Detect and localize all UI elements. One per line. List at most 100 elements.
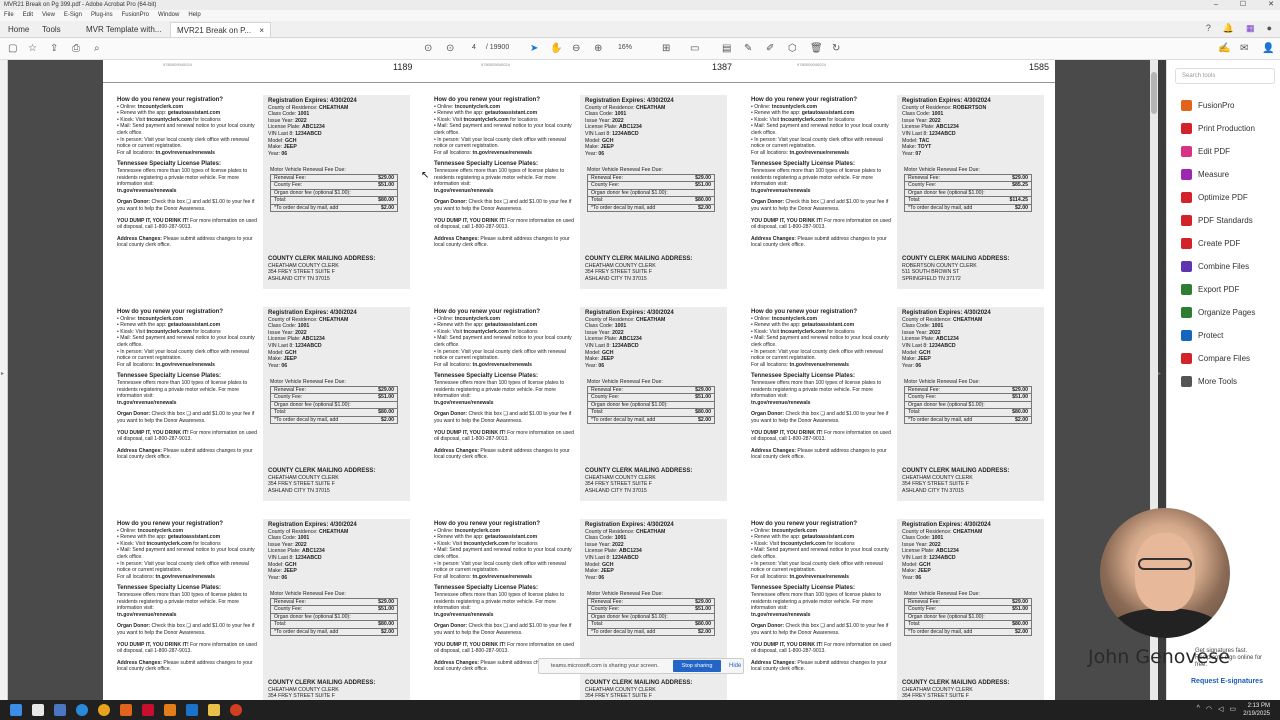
search-icon[interactable]: ⌕ [94, 42, 100, 56]
mailing-address-heading: COUNTY CLERK MAILING ADDRESS: [902, 680, 1010, 686]
zoom-in-icon[interactable]: ⊕ [594, 42, 602, 56]
stamp-icon[interactable]: ⬡ [788, 42, 797, 56]
tool-optimize-pdf[interactable]: Optimize PDF [1181, 189, 1248, 205]
menu-plugins[interactable]: Plug-ins [91, 10, 113, 21]
hide-share-bar-link[interactable]: Hide [729, 659, 741, 673]
registration-expires: Registration Expires: 4/30/2024 [902, 310, 991, 316]
tool-print-production[interactable]: Print Production [1181, 120, 1255, 136]
zoom-out-icon[interactable]: ⊖ [572, 42, 580, 56]
next-page-icon[interactable]: ⊙ [446, 42, 454, 56]
specialty-plates-text: Tennessee offers more than 100 types of … [434, 591, 565, 612]
tool-combine-files[interactable]: Combine Files [1181, 258, 1249, 274]
file-icon[interactable] [32, 704, 44, 716]
tab-home[interactable]: Home [8, 22, 29, 37]
tool-measure[interactable]: Measure [1181, 166, 1229, 182]
prev-page-icon[interactable]: ⊙ [424, 42, 432, 56]
apps-grid-icon[interactable]: ▦ [1246, 23, 1255, 34]
windows-start-icon[interactable] [10, 704, 22, 716]
scrollbar-thumb[interactable] [1151, 72, 1157, 114]
print-icon[interactable]: ⎙ [72, 42, 80, 56]
edge-browser-icon[interactable] [76, 704, 88, 716]
registration-expires: Registration Expires: 4/30/2024 [268, 522, 357, 528]
request-esignatures-link[interactable]: Request E-signatures [1191, 678, 1263, 685]
tab-tools[interactable]: Tools [42, 22, 61, 37]
locations-url: tn.gov/revenue/renewals [472, 149, 532, 156]
tool-organize-pages[interactable]: Organize Pages [1181, 304, 1255, 320]
tool-pdf-standards[interactable]: PDF Standards [1181, 212, 1253, 228]
stop-sharing-button[interactable]: Stop sharing [673, 660, 721, 672]
menu-help[interactable]: Help [188, 10, 200, 21]
close-button[interactable]: ✕ [1268, 0, 1274, 10]
scroll-mode-icon[interactable]: ▭ [690, 42, 699, 56]
help-icon[interactable]: ? [1206, 23, 1211, 34]
app-label: • Renew with the app: [751, 534, 802, 541]
tool-protect[interactable]: Protect [1181, 327, 1223, 343]
battery-icon[interactable]: ▭ [1229, 705, 1236, 713]
online-url: tncountyclerk.com [454, 527, 501, 534]
tool-fusionpro[interactable]: FusionPro [1181, 97, 1234, 113]
maximize-button[interactable]: ☐ [1240, 0, 1246, 10]
tool-more-tools[interactable]: More Tools [1181, 373, 1237, 389]
fusionpro-app-icon[interactable] [120, 704, 132, 716]
wifi-icon[interactable]: ◠ [1206, 705, 1212, 713]
tool-compare-files[interactable]: Compare Files [1181, 350, 1250, 366]
comment-icon[interactable]: ▤ [722, 42, 731, 56]
tab-close-icon[interactable]: × [259, 26, 264, 35]
collapse-panel-icon[interactable]: ▸ [1158, 370, 1161, 377]
acrobat-app-icon[interactable] [142, 704, 154, 716]
tool-edit-pdf[interactable]: Edit PDF [1181, 143, 1230, 159]
mailing-address-heading: COUNTY CLERK MAILING ADDRESS: [585, 680, 693, 686]
system-tray[interactable]: ^ ◠ ◁ ▭ [1197, 705, 1236, 713]
minimize-button[interactable]: – [1214, 0, 1218, 10]
class-code: Class Code: 1001 [268, 535, 405, 542]
menu-view[interactable]: View [42, 10, 55, 21]
bookmark-star-icon[interactable]: ☆ [28, 42, 37, 56]
make-value: JEEP [283, 568, 297, 575]
chrome-browser-icon[interactable] [98, 704, 110, 716]
tool-export-pdf[interactable]: Export PDF [1181, 281, 1239, 297]
email-icon[interactable]: ✉ [1240, 42, 1248, 56]
highlight-pen-icon[interactable]: ✎ [744, 42, 752, 56]
tray-chevron-icon[interactable]: ^ [1197, 705, 1200, 713]
tool-create-pdf[interactable]: Create PDF [1181, 235, 1240, 251]
menu-esign[interactable]: E-Sign [64, 10, 82, 21]
share-user-icon[interactable]: 👤 [1262, 42, 1274, 56]
taskbar-clock[interactable]: 2:13 PM 2/19/2025 [1243, 702, 1270, 718]
draw-icon[interactable]: ✐ [766, 42, 774, 56]
calculator-icon[interactable] [54, 704, 66, 716]
upload-icon[interactable]: ⇪ [50, 42, 58, 56]
locations-label: For all locations: [117, 149, 156, 156]
illustrator-app-icon[interactable] [164, 704, 176, 716]
menu-fusionpro[interactable]: FusionPro [122, 10, 149, 21]
hand-tool-icon[interactable]: ✋ [550, 42, 562, 56]
zoom-level[interactable]: 16% [618, 44, 632, 51]
delete-icon[interactable]: 🗑 [810, 42, 823, 56]
page-fit-icon[interactable]: ⊞ [662, 42, 670, 56]
plate-value: ABC1234 [302, 336, 325, 343]
left-nav-rail[interactable]: ▸ [0, 60, 8, 700]
used-oil: YOU DUMP IT, YOU DRINK IT! For more info… [117, 218, 257, 231]
sign-icon[interactable]: ✍ [1218, 42, 1230, 56]
registration-stub: Registration Expires: 4/30/2024 County of… [263, 95, 410, 289]
file-explorer-icon[interactable] [208, 704, 220, 716]
menu-window[interactable]: Window [158, 10, 179, 21]
account-icon[interactable]: ● [1267, 23, 1272, 34]
menu-edit[interactable]: Edit [23, 10, 33, 21]
page-indicator[interactable]: 4 / 19900 [472, 44, 509, 51]
volume-icon[interactable]: ◁ [1218, 705, 1223, 713]
tab-document-2[interactable]: MVR21 Break on P... × [170, 22, 272, 37]
menu-file[interactable]: File [4, 10, 14, 21]
tab-document-1[interactable]: MVR Template with... [86, 22, 161, 37]
rotate-icon[interactable]: ↻ [832, 42, 840, 56]
firefox-browser-icon[interactable] [230, 704, 242, 716]
notification-bell-icon[interactable]: 🔔 [1223, 23, 1234, 34]
search-tools-input[interactable]: Search tools [1175, 68, 1275, 84]
select-cursor-icon[interactable]: ➤ [530, 42, 538, 56]
used-oil-heading: YOU DUMP IT, YOU DRINK IT! [434, 429, 506, 436]
document-viewport[interactable]: 9780009040024 1189 9780009040024 1387 97… [8, 60, 1158, 700]
renew-locations: For all locations: tn.gov/revenue/renewa… [751, 150, 891, 157]
expand-left-icon[interactable]: ▸ [1, 370, 4, 377]
page-current[interactable]: 4 [472, 44, 476, 51]
outlook-app-icon[interactable] [186, 704, 198, 716]
sidebar-toggle-icon[interactable]: ▢ [8, 42, 17, 56]
